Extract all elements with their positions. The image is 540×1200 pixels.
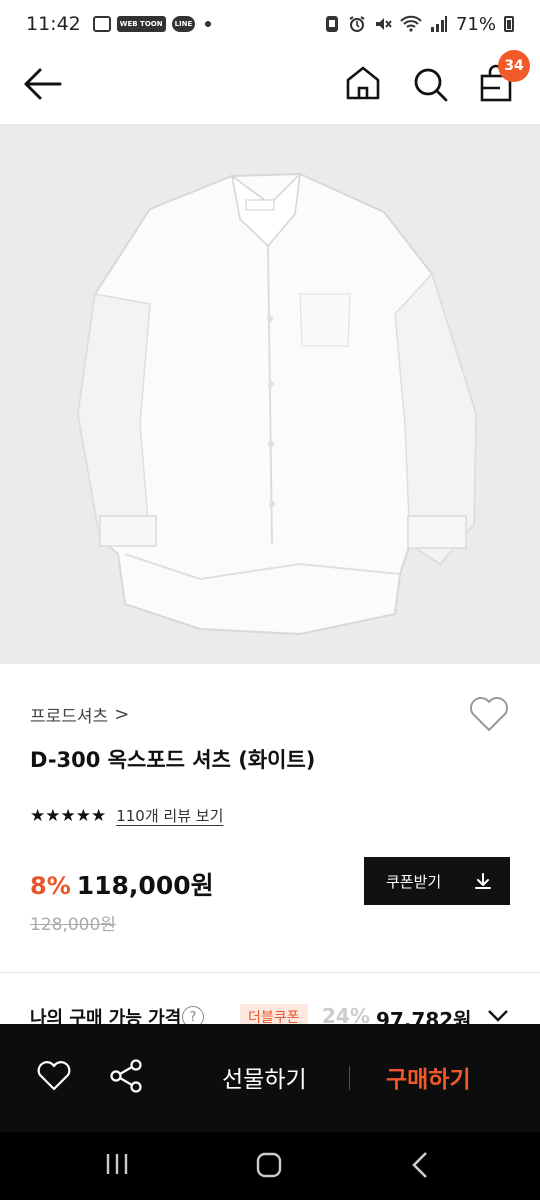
wifi-icon xyxy=(400,15,422,32)
chevron-down-icon[interactable] xyxy=(486,1006,510,1026)
price-row: 8% 118,000원 xyxy=(30,866,214,902)
star-rating-icon: ★★★★★ xyxy=(30,805,107,826)
battery-icon xyxy=(504,16,514,32)
status-app-icons: WEB TOON LINE xyxy=(92,16,196,32)
product-title: D-300 옥스포드 셔츠 (화이트) xyxy=(30,748,316,772)
rating-row: ★★★★★ 110개 리뷰 보기 xyxy=(30,805,223,826)
product-detail-screen: 11:42 WEB TOON LINE 71% 34 프로드셔츠 > D-300… xyxy=(0,0,540,1200)
download-icon xyxy=(475,873,491,889)
original-price: 128,000원 xyxy=(30,915,116,935)
review-link[interactable]: 110개 리뷰 보기 xyxy=(116,805,223,826)
cart-count-badge: 34 xyxy=(498,50,530,82)
battery-percent: 71% xyxy=(455,13,496,35)
gift-button[interactable]: 선물하기 xyxy=(222,1060,307,1094)
chevron-right-icon: > xyxy=(114,704,130,725)
line-icon: LINE xyxy=(171,16,196,32)
status-right-icons: 71% xyxy=(324,0,514,48)
coupon-download-button[interactable]: 쿠폰받기 xyxy=(364,857,510,905)
product-image[interactable] xyxy=(0,124,540,664)
coupon-button-label: 쿠폰받기 xyxy=(386,872,442,891)
system-back-icon[interactable] xyxy=(408,1150,432,1180)
mute-icon xyxy=(375,18,392,30)
battery-saver-icon xyxy=(325,16,338,32)
heart-icon[interactable] xyxy=(36,1060,72,1092)
home-button-icon[interactable] xyxy=(256,1152,282,1178)
bottom-action-bar: 선물하기 구매하기 xyxy=(0,1024,540,1132)
alarm-icon xyxy=(349,16,365,32)
buy-button[interactable]: 구매하기 xyxy=(386,1060,471,1094)
wishlist-heart-icon[interactable] xyxy=(468,694,510,734)
status-time: 11:42 xyxy=(26,13,81,35)
back-arrow-icon[interactable] xyxy=(22,66,62,102)
webtoon-icon: WEB TOON xyxy=(116,16,166,32)
brand-link[interactable]: 프로드셔츠 > xyxy=(30,702,129,727)
top-navigation: 34 xyxy=(0,48,540,124)
recent-apps-icon[interactable] xyxy=(104,1152,130,1176)
search-icon[interactable] xyxy=(410,64,450,104)
action-divider xyxy=(349,1066,350,1090)
sale-price: 118,000원 xyxy=(76,871,214,900)
status-bar: 11:42 WEB TOON LINE 71% xyxy=(0,0,540,48)
share-icon[interactable] xyxy=(108,1058,144,1094)
home-icon[interactable] xyxy=(344,64,382,102)
notification-dot-icon xyxy=(205,21,212,27)
signal-icon xyxy=(430,16,447,32)
brand-name: 프로드셔츠 xyxy=(30,707,109,727)
white-shirt-image xyxy=(0,124,540,664)
system-navigation-bar xyxy=(0,1132,540,1200)
section-divider xyxy=(0,972,540,973)
gallery-icon xyxy=(92,16,111,32)
discount-rate: 8% xyxy=(30,872,71,900)
